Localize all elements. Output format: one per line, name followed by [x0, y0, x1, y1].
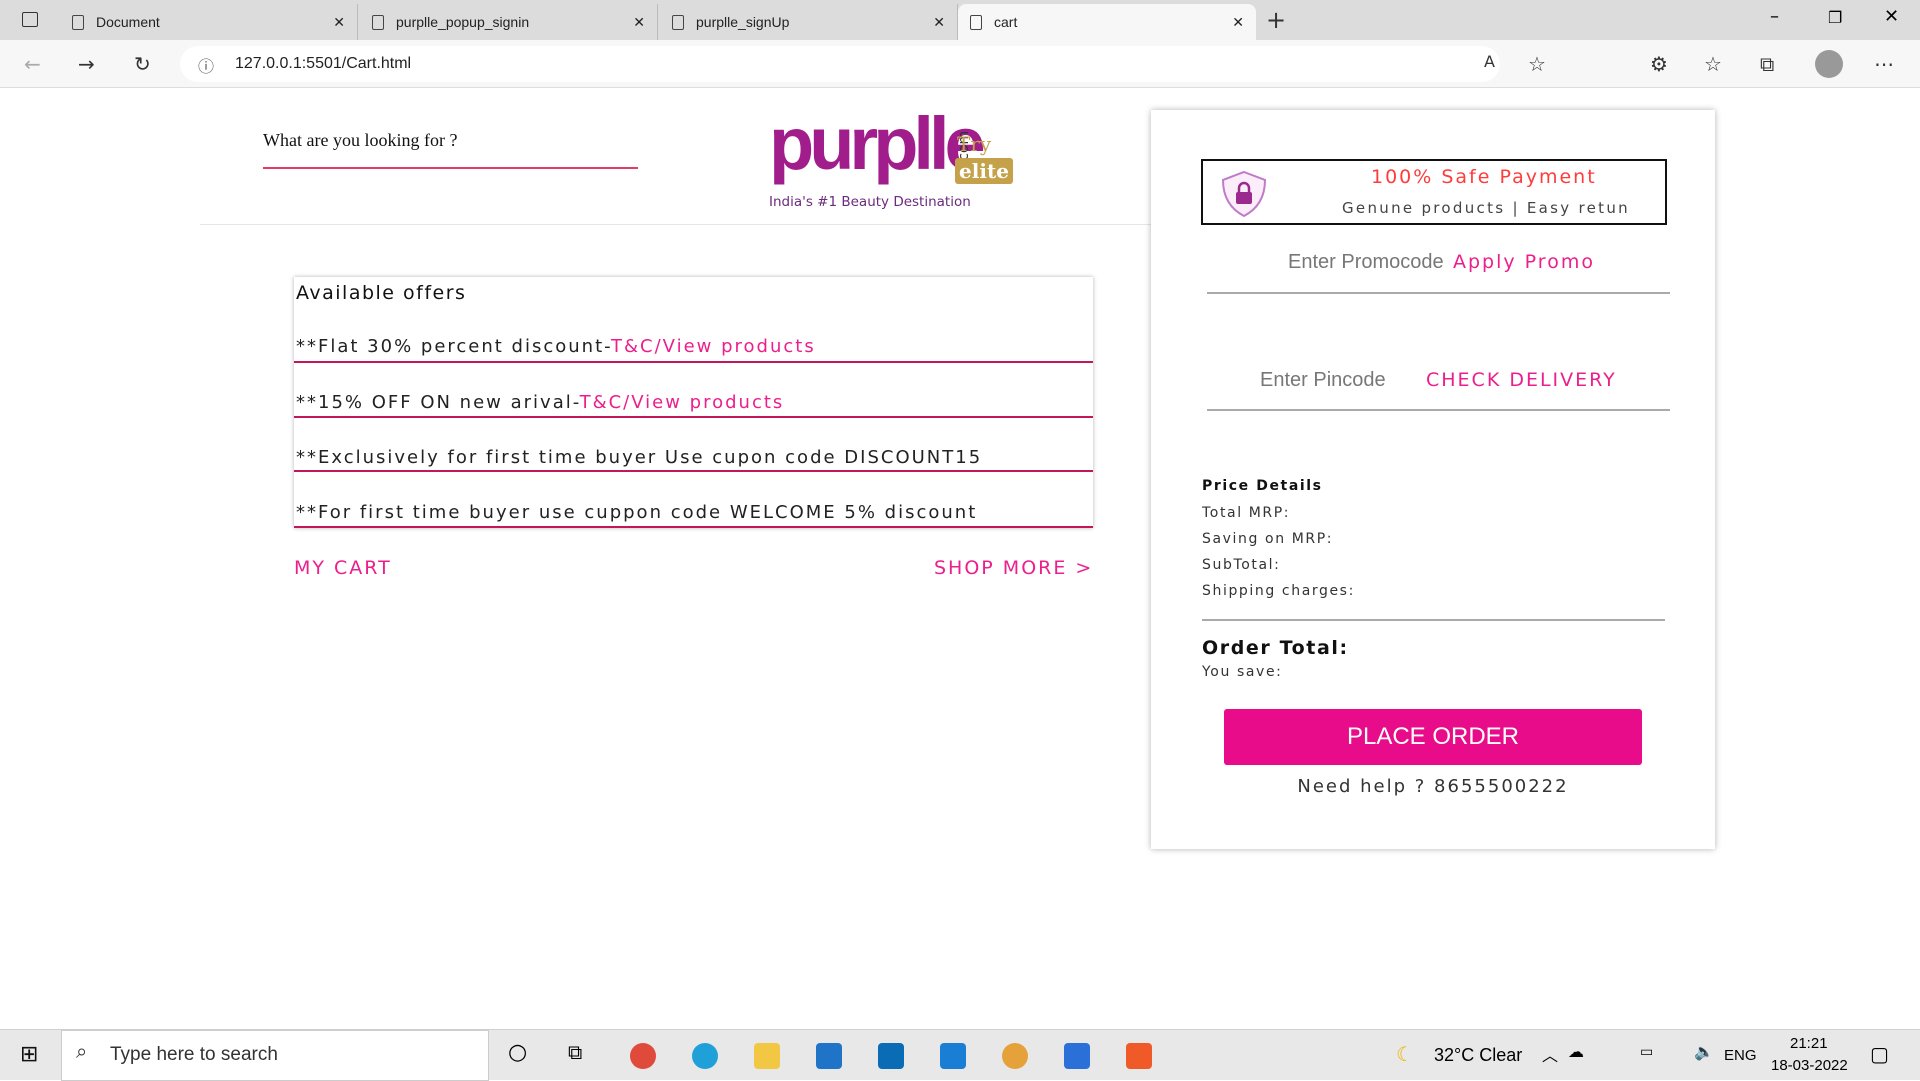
- shop-more-link[interactable]: SHOP MORE >: [934, 557, 1093, 579]
- file-explorer-icon[interactable]: [754, 1043, 780, 1069]
- cortana-icon[interactable]: ○: [508, 1040, 527, 1065]
- info-icon: ⓘ: [198, 59, 215, 76]
- page-icon: [970, 14, 982, 30]
- close-tab-icon[interactable]: ✕: [933, 14, 945, 31]
- minimize-button[interactable]: –: [1770, 6, 1779, 27]
- offers-box: Available offers **Flat 30% percent disc…: [294, 277, 1093, 528]
- logo[interactable]: purplle .com Try elite India's #1 Beauty…: [769, 104, 1019, 214]
- vscode-icon[interactable]: [940, 1043, 966, 1069]
- tab-actions-icon[interactable]: [22, 12, 38, 27]
- favorites-icon[interactable]: ☆: [1704, 52, 1722, 76]
- pincode-input[interactable]: Enter Pincode: [1260, 369, 1386, 392]
- offer-item: **15% OFF ON new arival-T&C/View product…: [296, 392, 785, 413]
- language-indicator[interactable]: ENG: [1724, 1047, 1757, 1064]
- header-divider: [200, 224, 1151, 225]
- battery-icon[interactable]: ▭: [1640, 1044, 1653, 1060]
- safe-payment-box: 100% Safe Payment Genune products | Easy…: [1201, 159, 1667, 225]
- apply-promo-button[interactable]: Apply Promo: [1453, 251, 1595, 273]
- offer-item: **For first time buyer use cuppon code W…: [296, 502, 978, 523]
- app-icon[interactable]: [878, 1043, 904, 1069]
- my-cart-link[interactable]: MY CART: [294, 557, 392, 579]
- divider: [1202, 619, 1665, 621]
- todo-icon[interactable]: [1064, 1043, 1090, 1069]
- favorite-icon[interactable]: ☆: [1528, 52, 1546, 76]
- slack-icon[interactable]: [1002, 1043, 1028, 1069]
- extensions-icon[interactable]: ⚙: [1650, 52, 1668, 76]
- page-icon: [672, 14, 684, 30]
- offer-item: **Flat 30% percent discount-T&C/View pro…: [296, 336, 816, 357]
- promo-input[interactable]: Enter Promocode: [1288, 251, 1444, 274]
- forward-icon[interactable]: →: [78, 52, 95, 76]
- tab-document[interactable]: Document ✕: [60, 4, 358, 40]
- mail-icon[interactable]: [816, 1043, 842, 1069]
- more-icon[interactable]: ⋯: [1874, 52, 1894, 76]
- back-icon[interactable]: ←: [24, 52, 41, 76]
- promo-field: Enter Promocode Apply Promo: [1207, 249, 1670, 294]
- chrome-icon[interactable]: [630, 1043, 656, 1069]
- price-row: Total MRP:: [1202, 505, 1291, 521]
- search-icon: ⌕: [76, 1041, 88, 1063]
- price-details-heading: Price Details: [1202, 478, 1323, 494]
- brave-icon[interactable]: [1126, 1043, 1152, 1069]
- price-row: Shipping charges:: [1202, 583, 1355, 599]
- price-row: SubTotal:: [1202, 557, 1281, 573]
- page-icon: [72, 14, 84, 30]
- onedrive-icon[interactable]: ☁: [1568, 1042, 1584, 1061]
- read-aloud-icon[interactable]: A: [1484, 52, 1495, 71]
- price-row: Saving on MRP:: [1202, 531, 1334, 547]
- refresh-icon[interactable]: ↻: [134, 52, 151, 76]
- pincode-field: Enter Pincode CHECK DELIVERY: [1207, 366, 1670, 411]
- weather-text[interactable]: 32°C Clear: [1434, 1045, 1522, 1066]
- windows-start-icon[interactable]: ⊞: [20, 1042, 38, 1067]
- shield-lock-icon: [1221, 170, 1267, 218]
- offer-link[interactable]: T&C/View products: [580, 392, 785, 413]
- taskbar-search[interactable]: ⌕ Type here to search: [61, 1030, 489, 1081]
- you-save: You save:: [1202, 664, 1283, 680]
- search-input[interactable]: What are you looking for ?: [263, 130, 638, 169]
- profile-avatar[interactable]: [1815, 50, 1843, 78]
- tab-signup[interactable]: purplle_signUp ✕: [660, 4, 958, 40]
- close-tab-icon[interactable]: ✕: [633, 14, 645, 31]
- notifications-icon[interactable]: ▢: [1870, 1042, 1889, 1066]
- edge-icon[interactable]: [692, 1043, 718, 1069]
- collections-icon[interactable]: ⧉: [1760, 52, 1774, 76]
- tab-cart[interactable]: cart ✕: [958, 4, 1256, 40]
- url-input[interactable]: ⓘ 127.0.0.1:5501/Cart.html: [180, 46, 1500, 82]
- place-order-button[interactable]: PLACE ORDER: [1224, 709, 1642, 765]
- close-tab-icon[interactable]: ✕: [1232, 14, 1244, 31]
- browser-tab-bar: Document ✕ purplle_popup_signin ✕ purplle_…: [0, 0, 1920, 40]
- offers-title: Available offers: [296, 282, 467, 304]
- clock-time[interactable]: 21:21: [1790, 1035, 1828, 1052]
- tab-signin[interactable]: purplle_popup_signin ✕: [360, 4, 658, 40]
- offer-item: **Exclusively for first time buyer Use c…: [296, 447, 983, 468]
- new-tab-button[interactable]: +: [1266, 6, 1286, 34]
- close-window-button[interactable]: ✕: [1884, 6, 1899, 27]
- address-bar-row: ← → ↻ ⓘ 127.0.0.1:5501/Cart.html A ☆ ⚙ ☆ …: [0, 40, 1920, 88]
- close-tab-icon[interactable]: ✕: [333, 14, 345, 31]
- clock-date[interactable]: 18-03-2022: [1771, 1057, 1848, 1074]
- page-icon: [372, 14, 384, 30]
- check-delivery-button[interactable]: CHECK DELIVERY: [1426, 369, 1617, 391]
- task-view-icon[interactable]: ⧉: [568, 1040, 582, 1064]
- help-text: Need help ? 8655500222: [1297, 776, 1569, 797]
- moon-icon: ☾: [1396, 1042, 1414, 1066]
- restore-button[interactable]: ❐: [1828, 8, 1842, 27]
- order-total: Order Total:: [1202, 637, 1349, 659]
- volume-icon[interactable]: 🔈: [1694, 1042, 1714, 1061]
- offer-link[interactable]: T&C/View products: [611, 336, 816, 357]
- taskbar: ⊞ ⌕ Type here to search ○ ⧉ ☾ 32°C Clear …: [0, 1029, 1920, 1081]
- chevron-up-icon[interactable]: ︿: [1542, 1042, 1558, 1066]
